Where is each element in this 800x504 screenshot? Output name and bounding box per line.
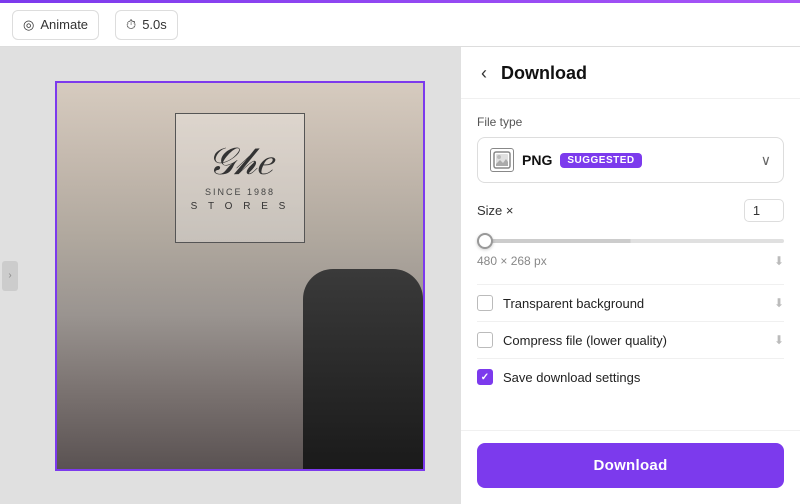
panel-title: Download [501,63,587,84]
panel-header: ‹ Download [461,47,800,99]
back-button[interactable]: ‹ [477,61,491,86]
file-type-icon [490,148,514,172]
compress-option[interactable]: Compress file (lower quality) ⬇ [477,321,784,358]
size-px: 480 × 268 px ⬇ [477,254,784,268]
animate-button[interactable]: ◎ Animate [12,10,99,40]
left-sidebar-strip: › [0,47,20,504]
download-button[interactable]: Download [477,443,784,488]
canvas-wrapper: 𝒢𝒽𝑒 SINCE 1988 S T O R E S [55,81,425,471]
compress-icon: ⬇ [774,333,784,347]
logo-script: 𝒢𝒽𝑒 [208,143,272,181]
size-input[interactable]: 1 [744,199,784,222]
chevron-down-icon: ∨ [761,152,771,169]
save-settings-option[interactable]: Save download settings [477,358,784,395]
compress-checkbox[interactable] [477,332,493,348]
collapse-handle[interactable]: › [2,261,18,291]
main-area: › 𝒢𝒽𝑒 SINCE 1988 S T O R E S [0,47,800,504]
size-slider[interactable] [477,239,784,243]
animate-label: Animate [40,17,88,32]
file-type-label: File type [477,115,784,129]
logo-overlay: 𝒢𝒽𝑒 SINCE 1988 S T O R E S [175,113,305,243]
file-type-name: PNG [522,152,552,168]
download-section: Download [461,430,800,504]
clock-icon: ⏱ [126,17,136,33]
suggested-badge: SUGGESTED [560,153,641,168]
dark-figure [303,269,423,469]
canvas-image: 𝒢𝒽𝑒 SINCE 1988 S T O R E S [57,83,423,469]
save-settings-label: Save download settings [503,370,784,385]
transparent-bg-icon: ⬇ [774,296,784,310]
transparent-bg-checkbox[interactable] [477,295,493,311]
right-panel: ‹ Download File type PNG SUGGESTED [460,47,800,504]
duration-button[interactable]: ⏱ 5.0s [115,10,178,40]
transparent-bg-label: Transparent background [503,296,764,311]
file-type-dropdown[interactable]: PNG SUGGESTED ∨ [477,137,784,183]
compress-label: Compress file (lower quality) [503,333,764,348]
panel-content: File type PNG SUGGESTED ∨ Size × 1 [461,99,800,430]
save-settings-checkbox[interactable] [477,369,493,385]
toolbar: ◎ Animate ⏱ 5.0s [0,3,800,47]
duration-label: 5.0s [142,17,167,32]
size-header: Size × 1 [477,199,784,222]
logo-stores: S T O R E S [191,201,290,212]
back-icon: ‹ [481,63,487,83]
animate-icon: ◎ [23,17,34,33]
slider-container [477,230,784,248]
logo-since: SINCE 1988 [205,187,275,197]
size-px-icon: ⬇ [774,254,784,268]
canvas-border: 𝒢𝒽𝑒 SINCE 1988 S T O R E S [55,81,425,471]
size-label: Size × [477,203,514,218]
transparent-bg-option[interactable]: Transparent background ⬇ [477,284,784,321]
canvas-area: 𝒢𝒽𝑒 SINCE 1988 S T O R E S [20,47,460,504]
